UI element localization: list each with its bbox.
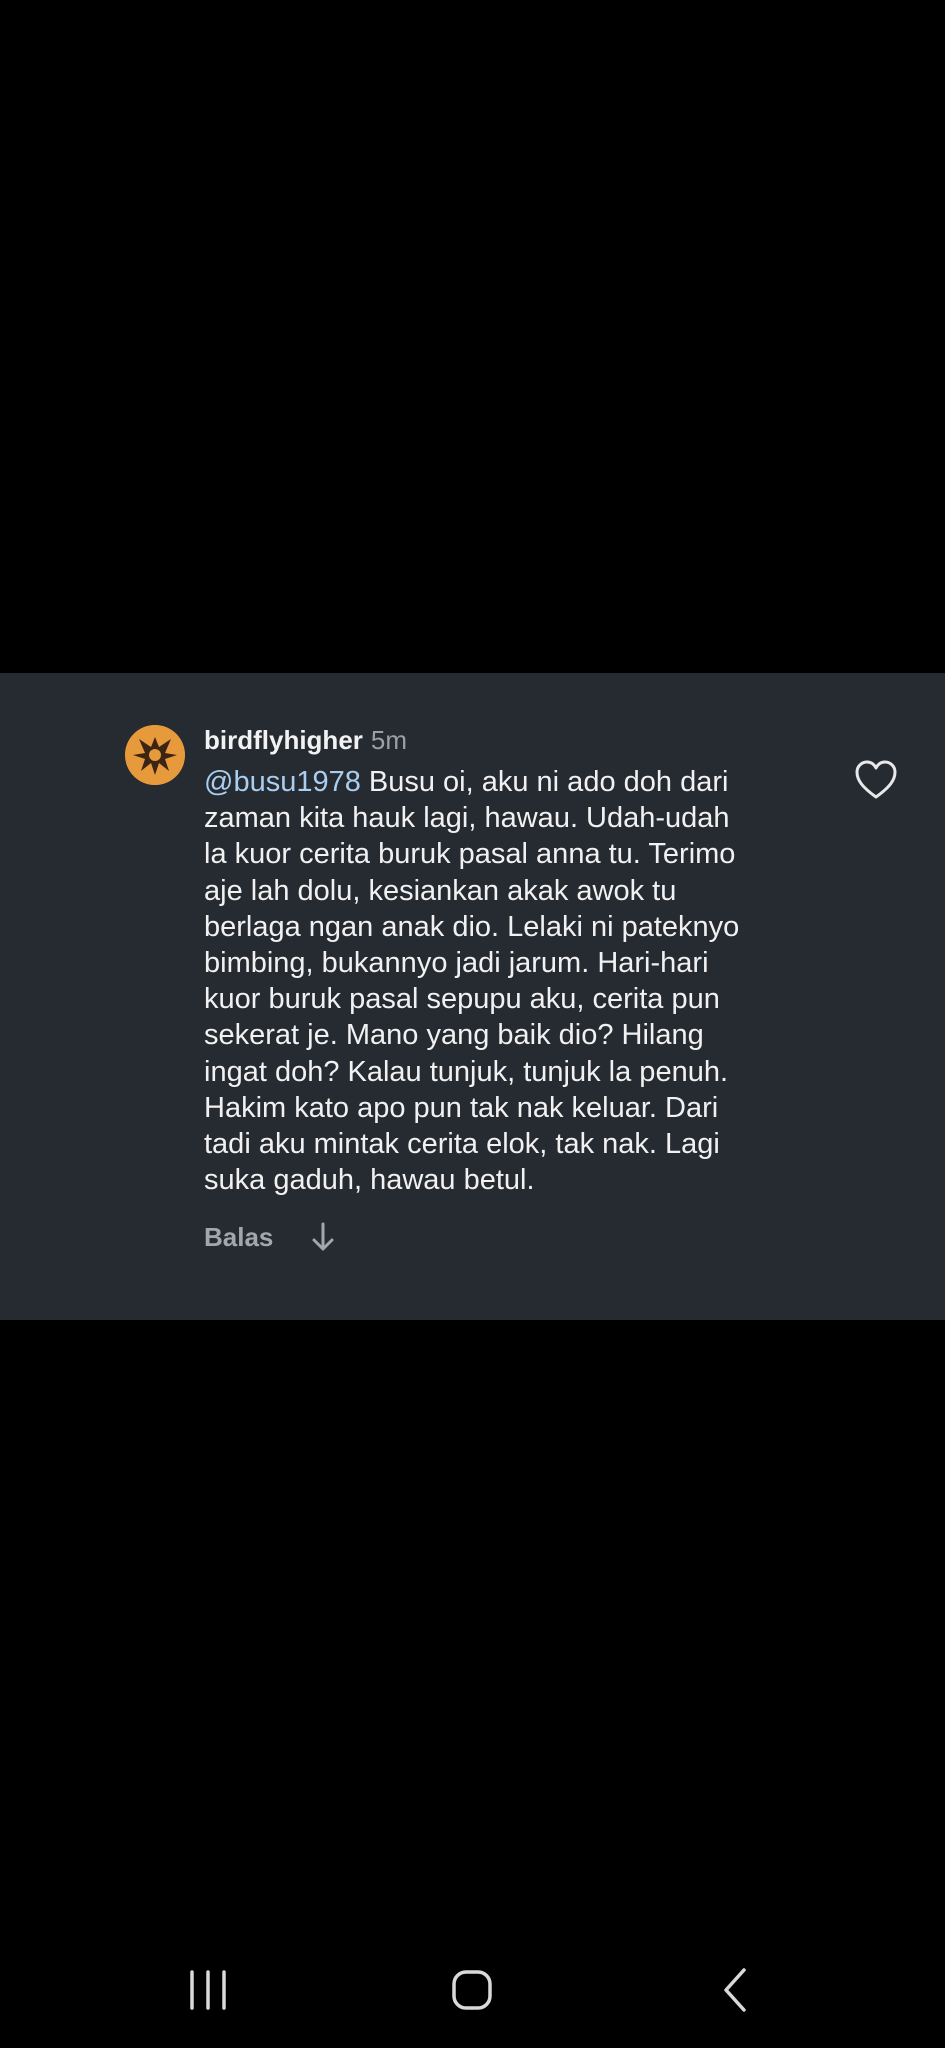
mention-link[interactable]: @busu1978 bbox=[204, 766, 361, 798]
recent-apps-icon bbox=[190, 1970, 226, 2010]
avatar[interactable] bbox=[125, 725, 185, 785]
reply-row: Balas bbox=[204, 1219, 337, 1255]
comment-card: birdflyhigher 5m @busu1978 Busu oi, aku n… bbox=[0, 673, 945, 1320]
like-button[interactable] bbox=[853, 759, 899, 801]
comment-text: @busu1978 Busu oi, aku ni ado doh dari z… bbox=[204, 764, 834, 1198]
navigation-bar bbox=[0, 1940, 945, 2048]
back-icon bbox=[724, 1968, 746, 2012]
home-button[interactable] bbox=[442, 1960, 502, 2020]
back-button[interactable] bbox=[706, 1960, 766, 2020]
username[interactable]: birdflyhigher bbox=[204, 725, 363, 755]
bird-logo-icon bbox=[125, 725, 185, 785]
screen: birdflyhigher 5m @busu1978 Busu oi, aku n… bbox=[0, 0, 945, 2048]
recent-apps-button[interactable] bbox=[178, 1960, 238, 2020]
home-icon bbox=[452, 1970, 492, 2010]
reply-button[interactable]: Balas bbox=[204, 1222, 273, 1253]
comment-body-text: Busu oi, aku ni ado doh dari zaman kita … bbox=[204, 766, 740, 1197]
timestamp: 5m bbox=[370, 725, 408, 755]
comment-meta: birdflyhigher 5m bbox=[204, 723, 407, 757]
heart-outline-icon bbox=[855, 760, 897, 799]
arrow-down-icon[interactable] bbox=[309, 1221, 337, 1253]
